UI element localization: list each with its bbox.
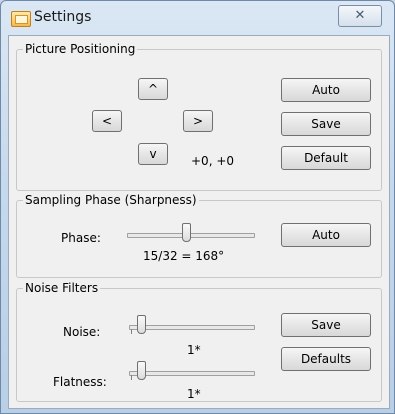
flatness-value: 1* <box>187 387 201 401</box>
noise-defaults-button[interactable]: Defaults <box>281 347 371 371</box>
flatness-slider-track <box>129 371 255 376</box>
phase-label: Phase: <box>61 231 101 245</box>
title-bar[interactable]: Settings ✕ <box>1 1 394 37</box>
move-left-button[interactable]: < <box>92 110 122 132</box>
noise-slider-thumb[interactable] <box>137 315 147 334</box>
flatness-label: Flatness: <box>53 375 107 389</box>
noise-save-button[interactable]: Save <box>281 313 371 337</box>
phase-auto-button[interactable]: Auto <box>281 223 371 247</box>
position-offset: +0, +0 <box>191 154 235 168</box>
noise-slider-tick <box>131 329 132 334</box>
noise-filters-title: Noise Filters <box>23 281 101 295</box>
flatness-slider-thumb[interactable] <box>137 361 147 380</box>
settings-window: Settings ✕ Picture Positioning ^ < > v +… <box>0 0 395 414</box>
noise-value: 1* <box>187 343 201 357</box>
noise-slider-track <box>129 325 255 330</box>
phase-slider-thumb[interactable] <box>182 223 192 242</box>
move-up-button[interactable]: ^ <box>138 78 168 100</box>
settings-panel: Picture Positioning ^ < > v +0, +0 Auto … <box>8 35 390 409</box>
sampling-phase-title: Sampling Phase (Sharpness) <box>23 193 199 207</box>
flatness-slider-tick <box>131 375 132 380</box>
sampling-phase-group: Sampling Phase (Sharpness) Phase: 15/32 … <box>16 193 382 278</box>
settings-window-icon <box>11 11 31 27</box>
position-save-button[interactable]: Save <box>281 112 371 136</box>
noise-label: Noise: <box>63 325 101 339</box>
move-right-button[interactable]: > <box>183 110 213 132</box>
picture-positioning-title: Picture Positioning <box>23 42 138 56</box>
noise-filters-group: Noise Filters Noise: 1* Flatness: 1* Sav… <box>16 281 382 402</box>
phase-value: 15/32 = 168° <box>143 249 225 263</box>
close-icon: ✕ <box>354 8 366 23</box>
move-down-button[interactable]: v <box>138 143 168 165</box>
picture-positioning-group: Picture Positioning ^ < > v +0, +0 Auto … <box>16 42 382 191</box>
position-auto-button[interactable]: Auto <box>281 78 371 102</box>
position-default-button[interactable]: Default <box>281 146 371 170</box>
window-title: Settings <box>34 9 92 25</box>
close-button[interactable]: ✕ <box>338 5 382 27</box>
